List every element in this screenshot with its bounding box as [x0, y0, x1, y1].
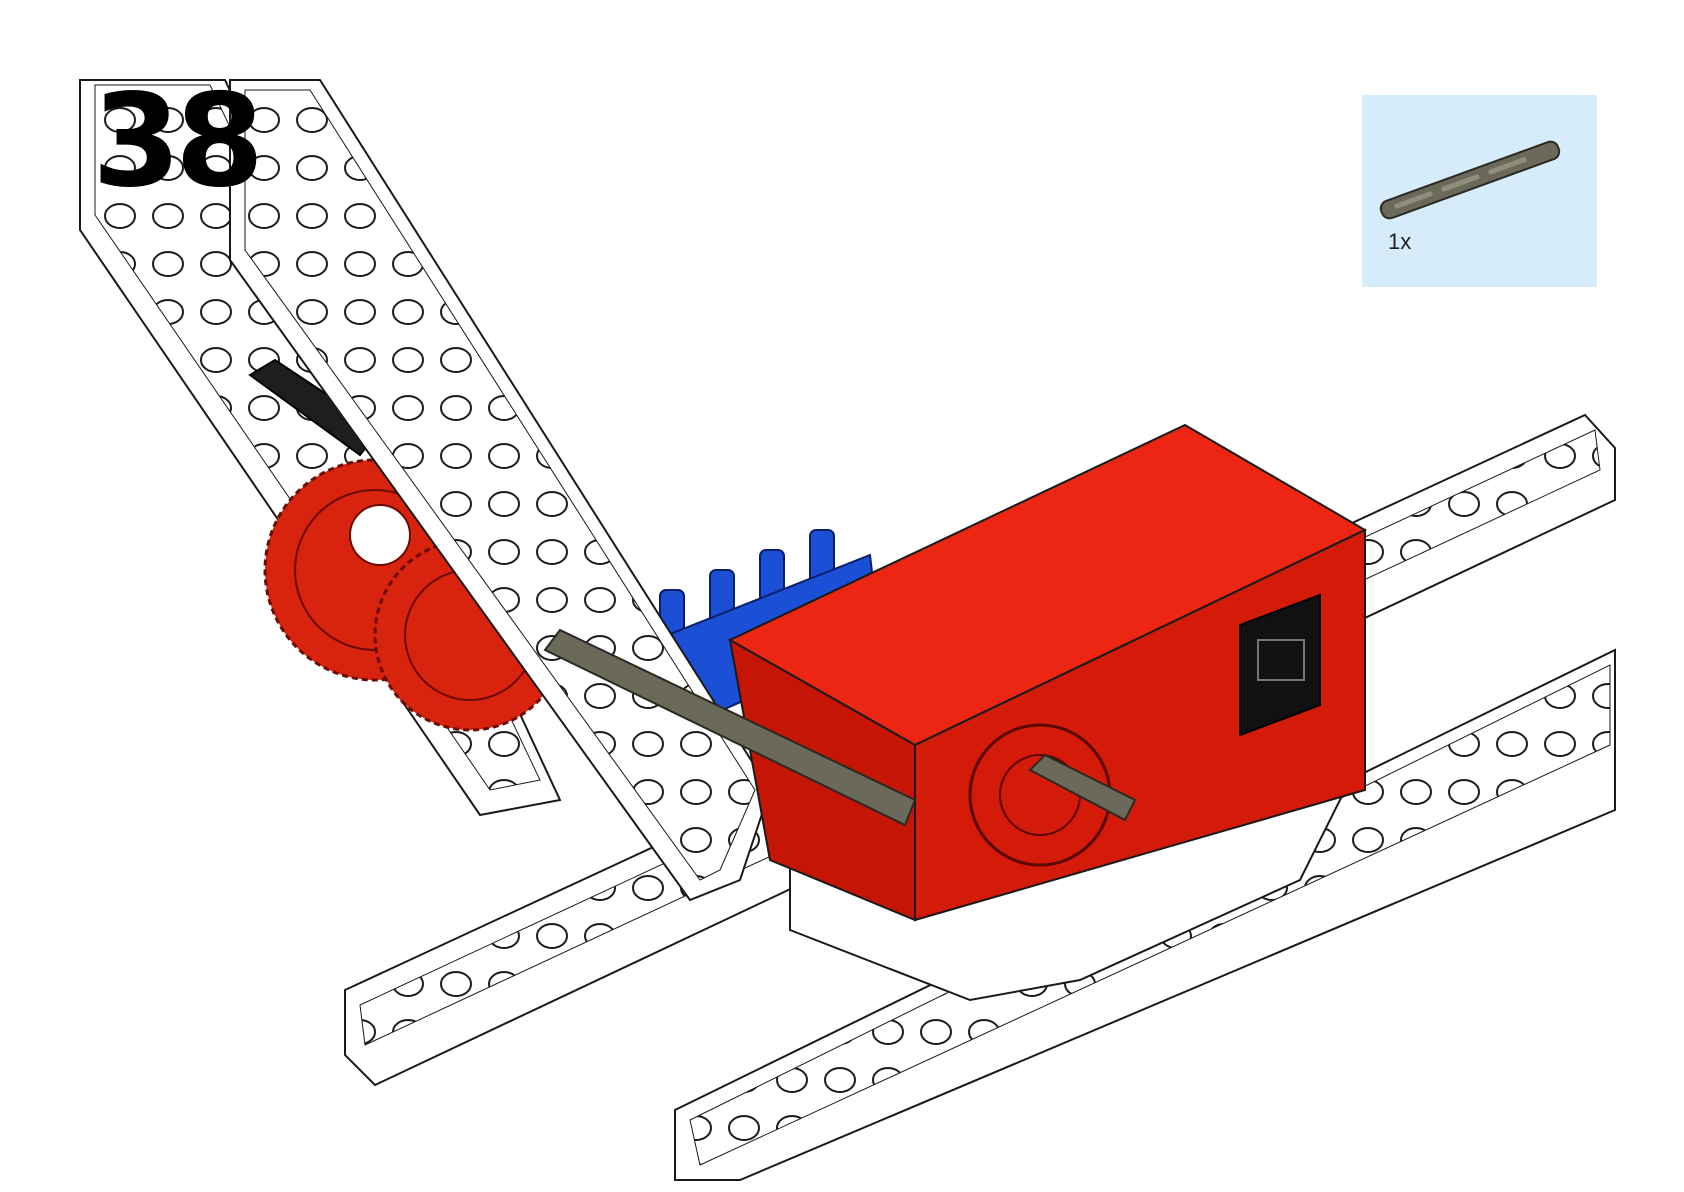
- part-quantity: 1x: [1388, 229, 1412, 254]
- axle-icon: [1379, 140, 1561, 220]
- parts-callout: 1x: [1362, 95, 1597, 287]
- step-number: 38: [92, 67, 264, 216]
